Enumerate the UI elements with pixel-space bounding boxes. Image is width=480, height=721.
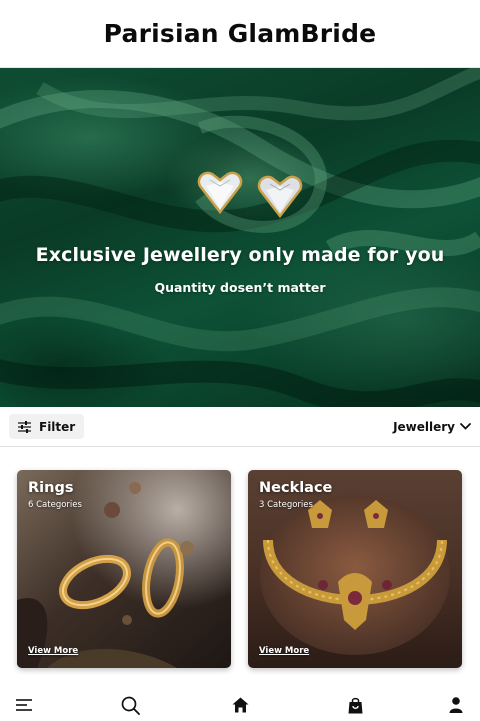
filter-button[interactable]: Filter: [9, 414, 85, 439]
view-more-link[interactable]: View More: [259, 646, 309, 656]
silk-background: [0, 68, 480, 407]
nav-cart-button[interactable]: [343, 693, 367, 717]
card-title: Necklace: [259, 480, 333, 496]
chevron-down-icon: [460, 423, 471, 430]
nav-search-button[interactable]: [118, 693, 142, 717]
sliders-icon: [18, 420, 31, 433]
filter-label: Filter: [39, 419, 76, 434]
nav-menu-button[interactable]: [12, 693, 36, 717]
category-card-necklace[interactable]: Necklace 3 Categories View More: [248, 470, 462, 668]
hero-banner: Exclusive Jewellery only made for you Qu…: [0, 68, 480, 407]
nav-home-button[interactable]: [228, 693, 252, 717]
nav-profile-button[interactable]: [444, 693, 468, 717]
home-icon: [232, 697, 248, 713]
card-count: 6 Categories: [28, 500, 82, 510]
earring-left-image: [197, 171, 243, 214]
search-icon: [121, 696, 140, 715]
card-title: Rings: [28, 480, 74, 496]
earring-right-image: [257, 175, 303, 218]
hero-subtitle: Quantity dosen’t matter: [154, 280, 326, 295]
category-card-rings[interactable]: Rings 6 Categories View More: [17, 470, 231, 668]
card-count: 3 Categories: [259, 500, 313, 510]
menu-icon: [16, 699, 32, 711]
hero-title: Exclusive Jewellery only made for you: [35, 244, 445, 266]
profile-icon: [449, 697, 463, 713]
shopping-bag-icon: [348, 697, 362, 713]
category-selected-value: Jewellery: [393, 419, 455, 434]
brand-title: Parisian GlamBride: [103, 19, 377, 48]
filter-bar: Filter Jewellery: [0, 407, 480, 447]
app-header: Parisian GlamBride: [0, 0, 480, 68]
category-dropdown[interactable]: Jewellery: [393, 420, 471, 434]
view-more-link[interactable]: View More: [28, 646, 78, 656]
bottom-navigation: [0, 686, 480, 721]
